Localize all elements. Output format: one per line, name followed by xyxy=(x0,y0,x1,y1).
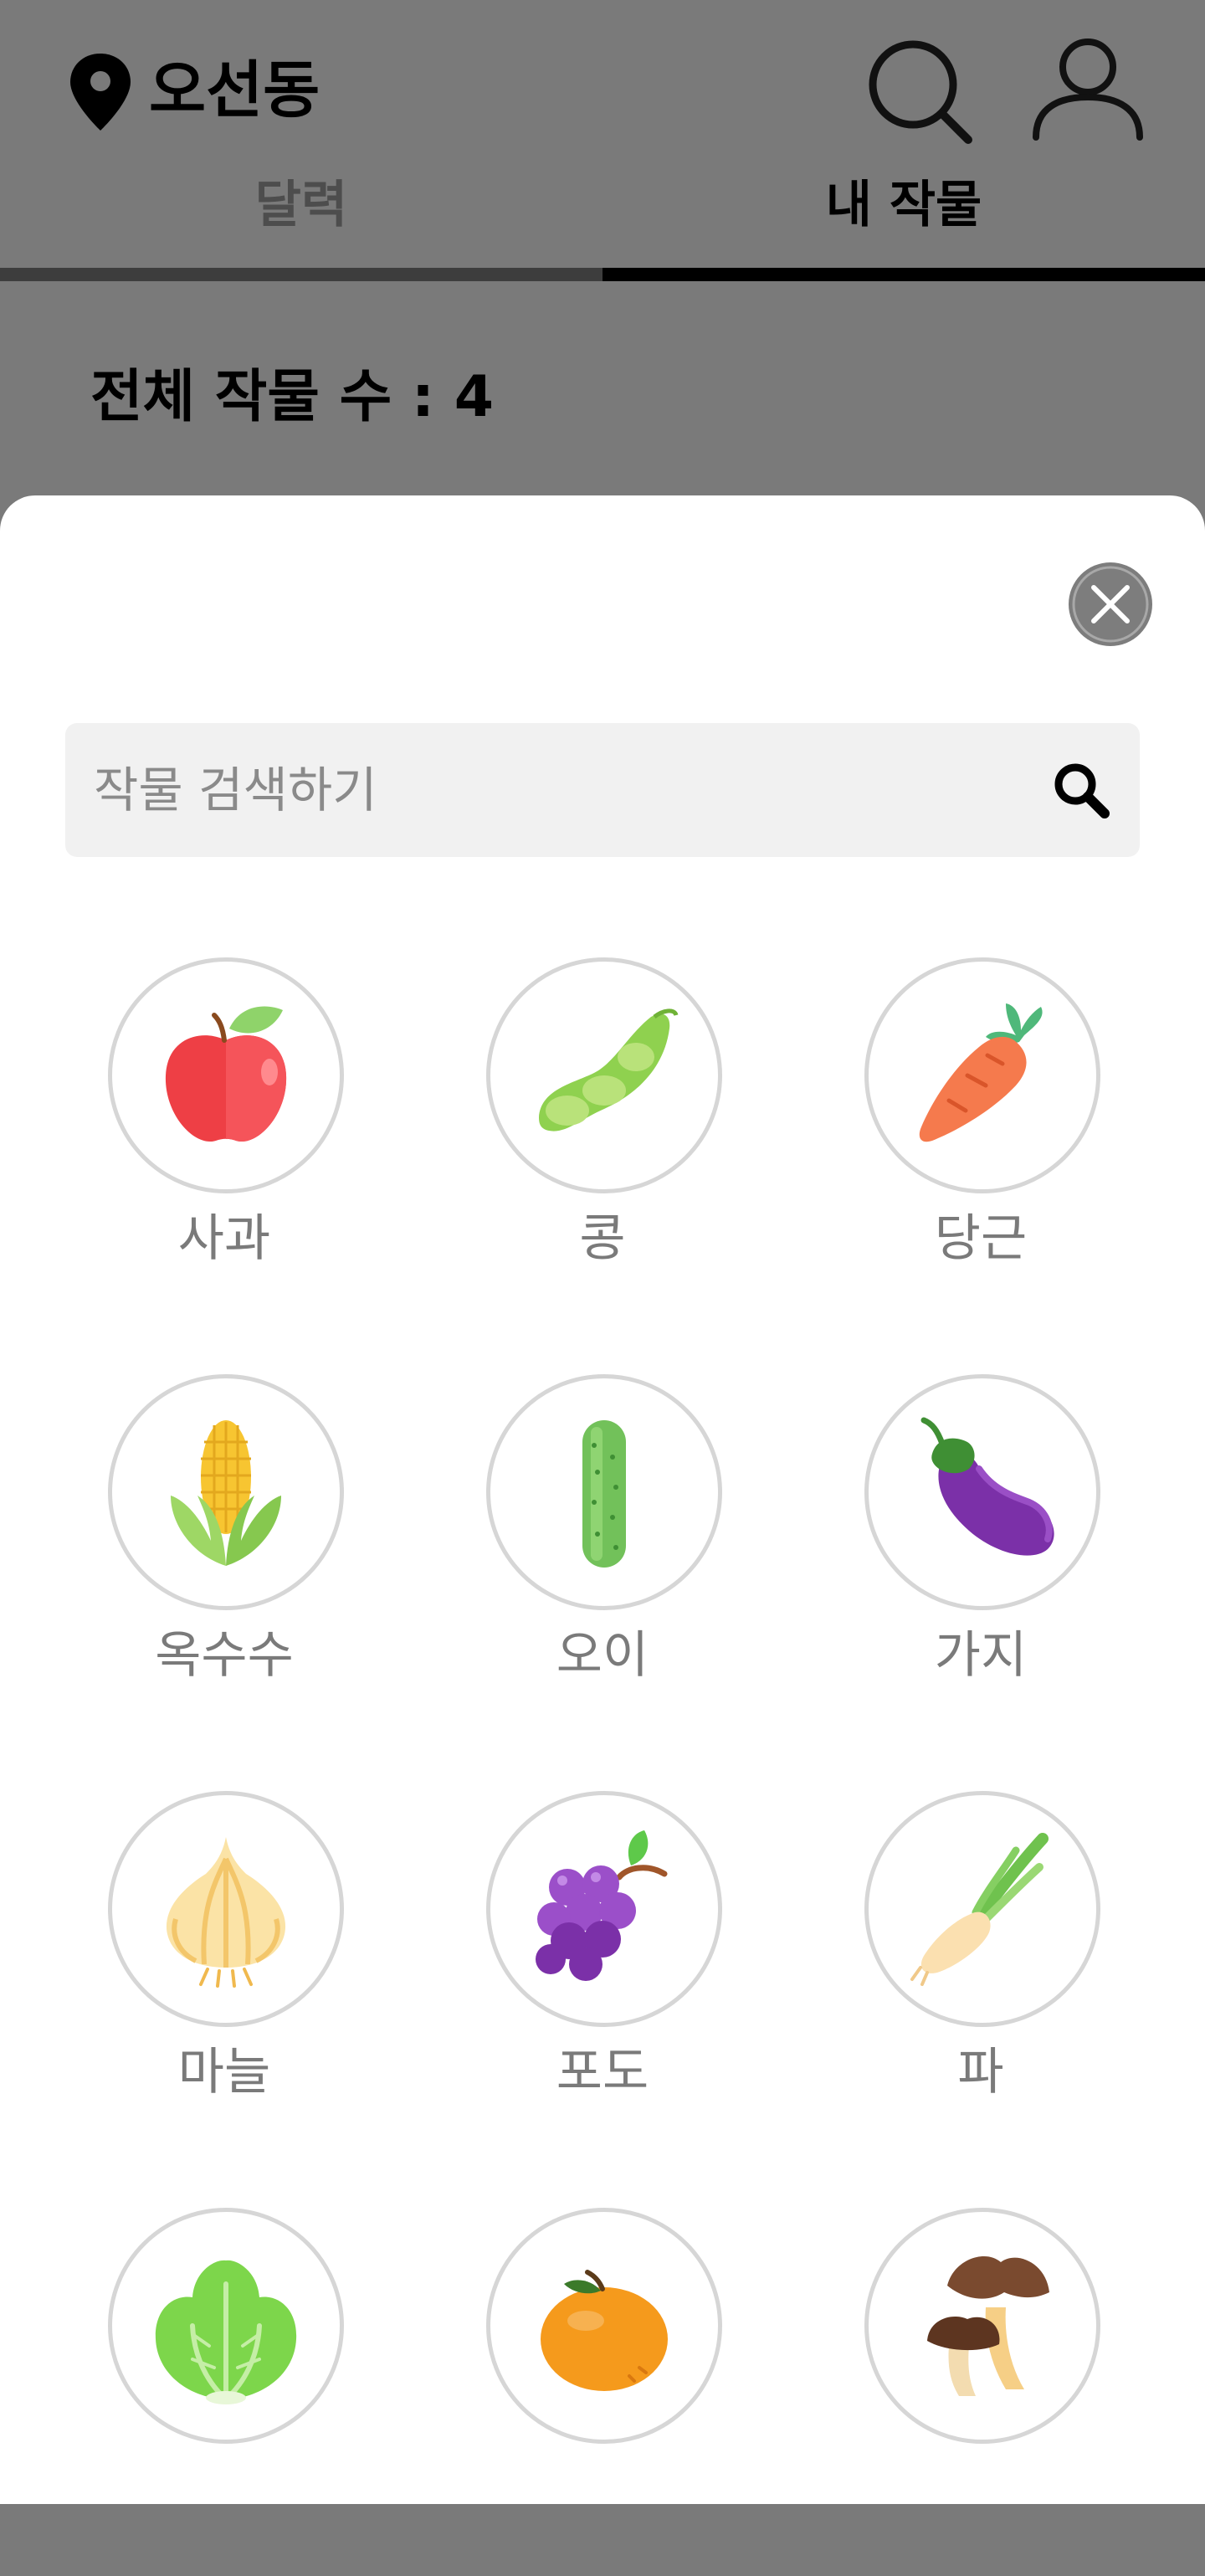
corn-icon xyxy=(171,1420,281,1566)
bean-icon xyxy=(539,1008,679,1131)
crop-circle xyxy=(108,1374,344,1610)
crop-item-green-onion[interactable]: 파 xyxy=(855,1791,1106,2159)
tab-calendar[interactable]: 달력 xyxy=(0,172,602,239)
carrot-icon xyxy=(919,1003,1043,1142)
lettuce-icon xyxy=(155,2260,297,2404)
crop-label: 가지 xyxy=(934,1626,1028,1685)
apple-icon xyxy=(165,1006,287,1142)
crop-item-cucumber[interactable]: 오이 xyxy=(477,1374,728,1742)
crop-circle xyxy=(108,2208,344,2444)
crop-search-input[interactable] xyxy=(94,723,997,857)
crop-label: 당근 xyxy=(934,1209,1028,1268)
crop-circle xyxy=(864,1791,1100,2027)
profile-icon[interactable] xyxy=(1029,35,1146,144)
tab-my-crops-label: 내 작물 xyxy=(825,176,982,234)
search-submit-icon[interactable] xyxy=(1051,760,1111,820)
tab-my-crops[interactable]: 내 작물 xyxy=(602,172,1205,239)
crop-item-grape[interactable]: 포도 xyxy=(477,1791,728,2159)
crop-item-corn[interactable]: 옥수수 xyxy=(99,1374,350,1742)
crop-label: 마늘 xyxy=(177,2043,271,2101)
crop-item-apple[interactable]: 사과 xyxy=(99,957,350,1326)
garlic-icon xyxy=(166,1837,286,1988)
crop-search-box xyxy=(65,723,1140,857)
crop-item-tangerine[interactable] xyxy=(477,2208,728,2576)
total-crops-count: 전체 작물 수 : 4 xyxy=(90,364,495,430)
crop-circle xyxy=(486,1374,722,1610)
cucumber-icon xyxy=(582,1420,626,1568)
crop-label: 사과 xyxy=(177,1209,271,1268)
crop-label: 옥수수 xyxy=(155,1626,294,1685)
crop-item-carrot[interactable]: 당근 xyxy=(855,957,1106,1326)
crop-item-eggplant[interactable]: 가지 xyxy=(855,1374,1106,1742)
mushroom-icon xyxy=(927,2255,1049,2396)
tab-calendar-label: 달력 xyxy=(254,176,348,234)
crop-item-mushroom[interactable] xyxy=(855,2208,1106,2576)
crop-circle xyxy=(864,957,1100,1193)
crop-label: 파 xyxy=(957,2043,1004,2101)
eggplant-icon xyxy=(920,1417,1054,1556)
crop-circle xyxy=(108,957,344,1193)
grape-icon xyxy=(536,1830,668,1981)
close-icon[interactable] xyxy=(1067,561,1154,648)
crop-circle xyxy=(486,957,722,1193)
crop-label: 오이 xyxy=(556,1626,649,1685)
tab-indicator-inactive xyxy=(0,268,602,281)
location-pin-icon[interactable] xyxy=(67,50,134,134)
crop-circle xyxy=(864,1374,1100,1610)
crop-item-garlic[interactable]: 마늘 xyxy=(99,1791,350,2159)
top-bar: 오선동 달력 내 작물 xyxy=(0,0,1205,281)
crop-item-lettuce[interactable] xyxy=(99,2208,350,2576)
tab-indicator-active xyxy=(602,268,1205,281)
crop-circle xyxy=(486,1791,722,2027)
crop-circle xyxy=(864,2208,1100,2444)
crop-item-bean[interactable]: 콩 xyxy=(477,957,728,1326)
green-onion-icon xyxy=(910,1833,1049,1986)
crop-label: 콩 xyxy=(579,1209,626,1268)
crop-picker-sheet: 사과 콩 당근 xyxy=(0,495,1205,2504)
crop-circle xyxy=(486,2208,722,2444)
search-icon[interactable] xyxy=(866,38,975,146)
crop-label: 포도 xyxy=(556,2043,649,2101)
location-name[interactable]: 오선동 xyxy=(149,49,320,132)
tangerine-icon xyxy=(541,2270,668,2391)
crop-circle xyxy=(108,1791,344,2027)
